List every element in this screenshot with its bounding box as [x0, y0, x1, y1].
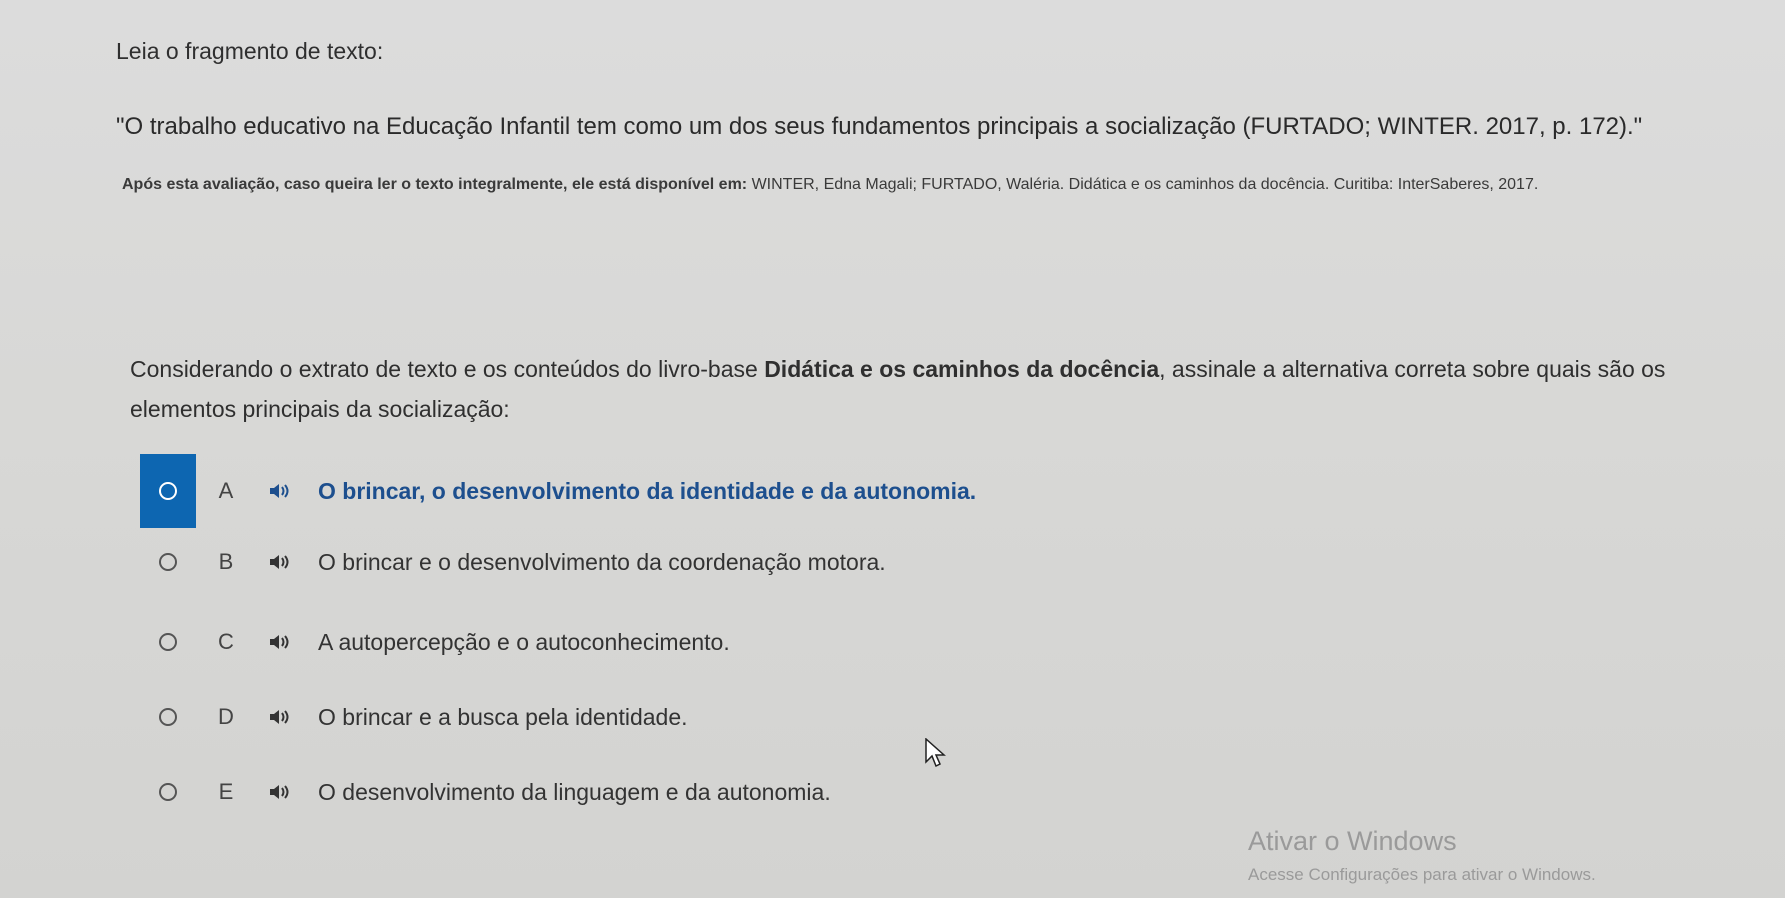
reference-citation: WINTER, Edna Magali; FURTADO, Waléria. D…: [751, 176, 1539, 193]
option-text-a[interactable]: O brincar, o desenvolvimento da identida…: [318, 478, 976, 505]
radio-e[interactable]: [159, 783, 177, 801]
option-letter-d: D: [218, 704, 234, 729]
radio-box-c[interactable]: [140, 605, 196, 679]
reference-text: Após esta avaliação, caso queira ler o t…: [122, 166, 1762, 204]
option-text-d[interactable]: O brincar e a busca pela identidade.: [318, 704, 688, 731]
option-b[interactable]: B O brincar e o desenvolvimento da coord…: [140, 525, 1440, 599]
question-before: Considerando o extrato de texto e os con…: [130, 356, 758, 382]
option-letter-e: E: [218, 779, 234, 804]
question-text: Considerando o extrato de texto e os con…: [130, 349, 1750, 429]
watermark-subtitle: Acesse Configurações para ativar o Windo…: [1248, 865, 1596, 884]
radio-box-a[interactable]: [140, 454, 196, 528]
speaker-icon[interactable]: [256, 708, 306, 726]
option-c[interactable]: C A autopercepção e o autoconhecimento.: [140, 605, 1440, 679]
intro-text: Leia o fragmento de texto:: [116, 38, 384, 64]
speaker-icon[interactable]: [256, 633, 306, 651]
radio-a[interactable]: [159, 482, 177, 500]
option-d[interactable]: D O brincar e a busca pela identidade.: [140, 680, 1440, 754]
watermark-title: Ativar o Windows: [1248, 826, 1457, 856]
quote-text: "O trabalho educativo na Educação Infant…: [116, 113, 1643, 140]
windows-activation-watermark: Ativar o Windows Acesse Configurações pa…: [1248, 826, 1596, 885]
radio-box-d[interactable]: [140, 680, 196, 754]
question-book-title: Didática e os caminhos da docência: [764, 356, 1160, 382]
mouse-cursor-icon: [925, 738, 946, 768]
option-letter-a: A: [218, 478, 234, 503]
radio-b[interactable]: [159, 553, 177, 571]
radio-box-e[interactable]: [140, 755, 196, 829]
option-text-c[interactable]: A autopercepção e o autoconhecimento.: [318, 629, 730, 656]
option-letter-c: C: [218, 629, 234, 654]
option-letter-b: B: [218, 549, 234, 574]
speaker-icon[interactable]: [256, 553, 306, 571]
option-e[interactable]: E O desenvolvimento da linguagem e da au…: [140, 755, 1440, 829]
reference-prefix: Após esta avaliação, caso queira ler o t…: [122, 176, 748, 193]
option-a[interactable]: A O brincar, o desenvolvimento da identi…: [140, 454, 1440, 528]
radio-d[interactable]: [159, 708, 177, 726]
option-text-b[interactable]: O brincar e o desenvolvimento da coorden…: [318, 549, 886, 576]
radio-box-b[interactable]: [140, 525, 196, 599]
radio-c[interactable]: [159, 633, 177, 651]
option-text-e[interactable]: O desenvolvimento da linguagem e da auto…: [318, 779, 831, 806]
speaker-icon[interactable]: [256, 482, 306, 500]
speaker-icon[interactable]: [256, 783, 306, 801]
